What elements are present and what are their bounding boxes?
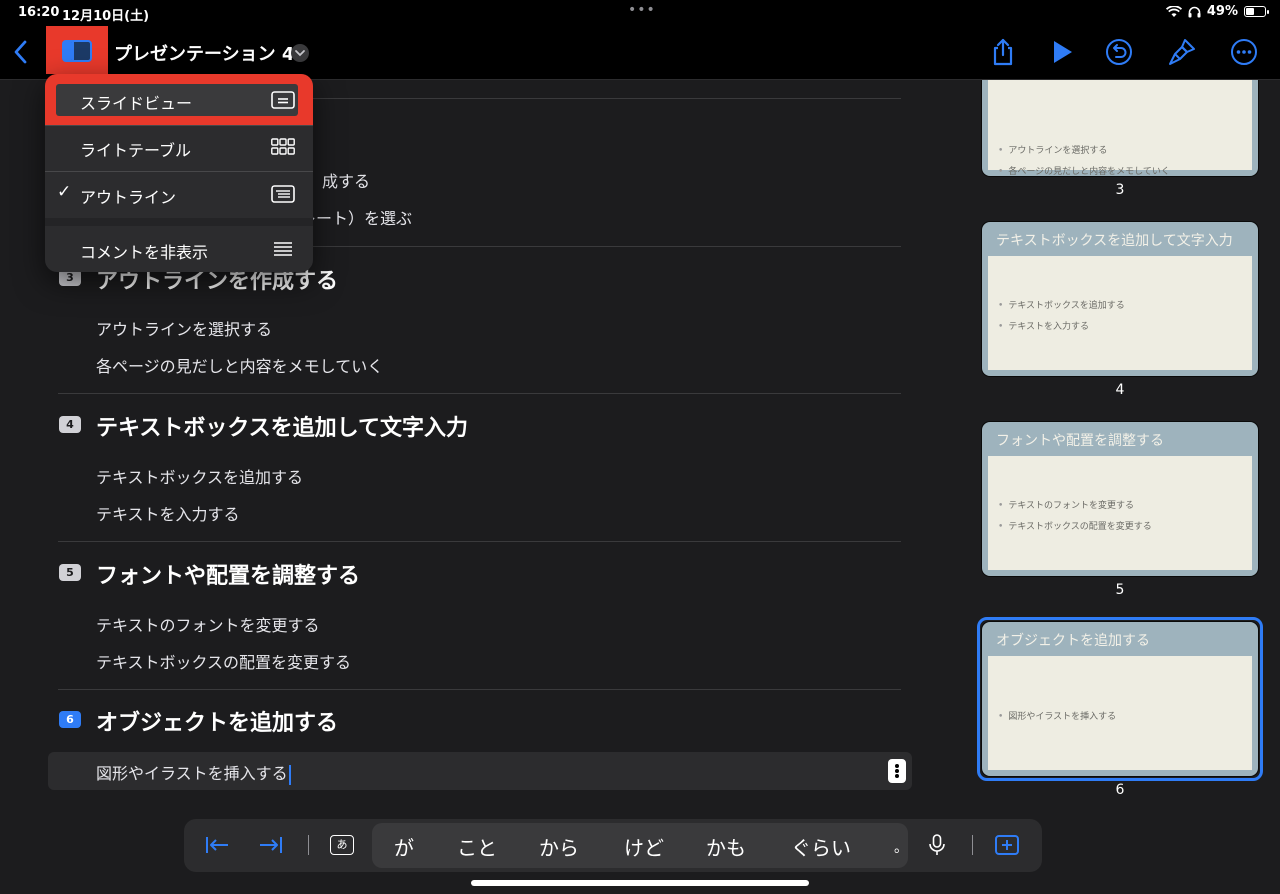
slide-thumbnail[interactable]: アウトラインを選択する 各ページの見だしと内容をメモしていく (982, 80, 1258, 176)
slide-number: 4 (1115, 382, 1125, 398)
section-divider (58, 393, 901, 394)
menu-item-slide-view[interactable]: スライドビュー (45, 77, 313, 123)
section-divider (58, 541, 901, 542)
prediction-candidate[interactable]: こと (457, 832, 497, 861)
slide-body: アウトラインを選択する 各ページの見だしと内容をメモしていく (988, 80, 1252, 176)
menu-item-hide-comments[interactable]: コメントを非表示 (45, 226, 313, 272)
slide-bullet: テキストのフォントを変更する (998, 498, 1134, 511)
menu-group-gap (45, 218, 313, 226)
slide-number: 6 (1115, 782, 1125, 798)
ime-toggle-button[interactable]: あ (330, 835, 354, 855)
menu-item-label: アウトライン (80, 188, 177, 207)
section-title[interactable]: フォントや配置を調整する (96, 558, 360, 590)
menu-item-label: ライトテーブル (80, 141, 192, 160)
wifi-icon (1165, 5, 1182, 17)
light-table-grid-icon (271, 138, 295, 155)
format-brush-icon[interactable] (1167, 37, 1197, 67)
title-chevron-down-icon[interactable] (291, 44, 309, 62)
keyboard-shortcut-bar: あ が こと から けど かも ぐらい 。 (184, 819, 1042, 872)
sidebar-view-icon[interactable] (62, 40, 92, 62)
section-divider (58, 689, 901, 690)
slide-thumbnail[interactable]: フォントや配置を調整する テキストのフォントを変更する テキストボックスの配置を… (982, 422, 1258, 576)
status-indicators: 49% (1165, 4, 1269, 19)
section-title[interactable]: オブジェクトを追加する (96, 705, 338, 737)
prediction-candidate[interactable]: かも (706, 832, 746, 861)
slide-title: フォントや配置を調整する (996, 433, 1164, 449)
document-title[interactable]: プレゼンテーション 4 (114, 40, 294, 66)
microphone-icon[interactable] (924, 833, 950, 857)
prediction-candidate[interactable]: ぐらい (791, 832, 851, 861)
slide-thumbnail[interactable]: テキストボックスを追加して文字入力 テキストボックスを追加する テキストを入力す… (982, 222, 1258, 376)
headphones-icon (1188, 6, 1201, 17)
multitasking-dots-icon[interactable]: ••• (628, 2, 656, 18)
battery-percent: 49% (1206, 4, 1238, 19)
slide-bullet: テキストを入力する (998, 319, 1089, 332)
slide-bullet: 各ページの見だしと内容をメモしていく (998, 164, 1170, 176)
outline-bullet[interactable]: 各ページの見だしと内容をメモしていく (96, 353, 383, 377)
slide-bullet: 図形やイラストを挿入する (998, 709, 1116, 722)
menu-item-outline[interactable]: ✓ アウトライン (45, 171, 313, 217)
menu-item-light-table[interactable]: ライトテーブル (45, 124, 313, 170)
prediction-candidate[interactable]: から (539, 832, 579, 861)
outline-bullet[interactable]: テキストボックスの配置を変更する (96, 649, 351, 673)
status-date: 12月10日(土) (62, 9, 150, 24)
outline-bullet[interactable]: レート）を選ぶ (300, 205, 412, 229)
menu-item-label: コメントを非表示 (80, 243, 209, 262)
prediction-candidate[interactable]: が (394, 832, 414, 861)
slide-thumbnail-selected[interactable]: オブジェクトを追加する 図形やイラストを挿入する (982, 622, 1258, 776)
slide-number: 5 (1115, 582, 1125, 598)
slide-view-icon (271, 91, 295, 109)
slide-body: 図形やイラストを挿入する (988, 656, 1252, 770)
active-bullet[interactable]: 図形やイラストを挿入する (96, 760, 291, 785)
active-bullet-text: 図形やイラストを挿入する (96, 764, 288, 783)
section-number: 5 (59, 564, 81, 581)
battery-icon (1244, 6, 1269, 17)
outline-bullet[interactable]: テキストのフォントを変更する (96, 612, 320, 636)
toolbar-divider (972, 835, 973, 855)
play-icon[interactable] (1047, 37, 1077, 67)
battery-level (1246, 8, 1255, 15)
prediction-candidate[interactable]: 。 (894, 837, 908, 857)
slide-navigator: アウトラインを選択する 各ページの見だしと内容をメモしていく 3 テキストボック… (960, 80, 1280, 894)
section-number: 6 (59, 711, 81, 728)
outline-view-icon (271, 185, 295, 203)
toolbar: プレゼンテーション 4 (0, 26, 1280, 80)
text-cursor (288, 764, 291, 785)
slide-body: テキストボックスを追加する テキストを入力する (988, 256, 1252, 370)
slide-bullet: アウトラインを選択する (998, 143, 1107, 156)
section-title[interactable]: テキストボックスを追加して文字入力 (96, 410, 468, 442)
slide-bullet: テキストボックスの配置を変更する (998, 519, 1151, 532)
more-icon[interactable] (1229, 37, 1259, 67)
home-indicator[interactable] (471, 880, 809, 886)
slide-body: テキストのフォントを変更する テキストボックスの配置を変更する (988, 456, 1252, 570)
share-icon[interactable] (988, 37, 1018, 67)
status-time: 16:20 (18, 5, 60, 20)
comments-list-icon (274, 242, 292, 256)
checkmark-icon: ✓ (57, 182, 72, 202)
slide-bullet: テキストボックスを追加する (998, 298, 1124, 311)
outline-bullet[interactable]: アウトラインを選択する (96, 316, 272, 340)
undo-icon[interactable] (1104, 37, 1134, 67)
section-number: 4 (59, 416, 81, 433)
outline-bullet[interactable]: テキストを入力する (96, 501, 240, 525)
prediction-candidate[interactable]: けど (624, 832, 664, 861)
status-bar: 16:20 12月10日(土) ••• 49% (0, 0, 1280, 26)
toolbar-divider (308, 835, 309, 855)
slide-number: 3 (1115, 182, 1125, 198)
slide-title: テキストボックスを追加して文字入力 (996, 233, 1233, 249)
slide-title: オブジェクトを追加する (996, 633, 1150, 649)
indent-icon[interactable] (258, 833, 284, 857)
row-options-handle-icon[interactable] (888, 759, 906, 783)
menu-item-label: スライドビュー (80, 94, 193, 113)
insert-plus-icon[interactable] (994, 833, 1020, 857)
outline-bullet[interactable]: テキストボックスを追加する (96, 464, 303, 488)
outline-bullet[interactable]: 成する (322, 168, 370, 192)
back-chevron-icon[interactable] (10, 38, 34, 66)
outdent-icon[interactable] (204, 833, 230, 857)
